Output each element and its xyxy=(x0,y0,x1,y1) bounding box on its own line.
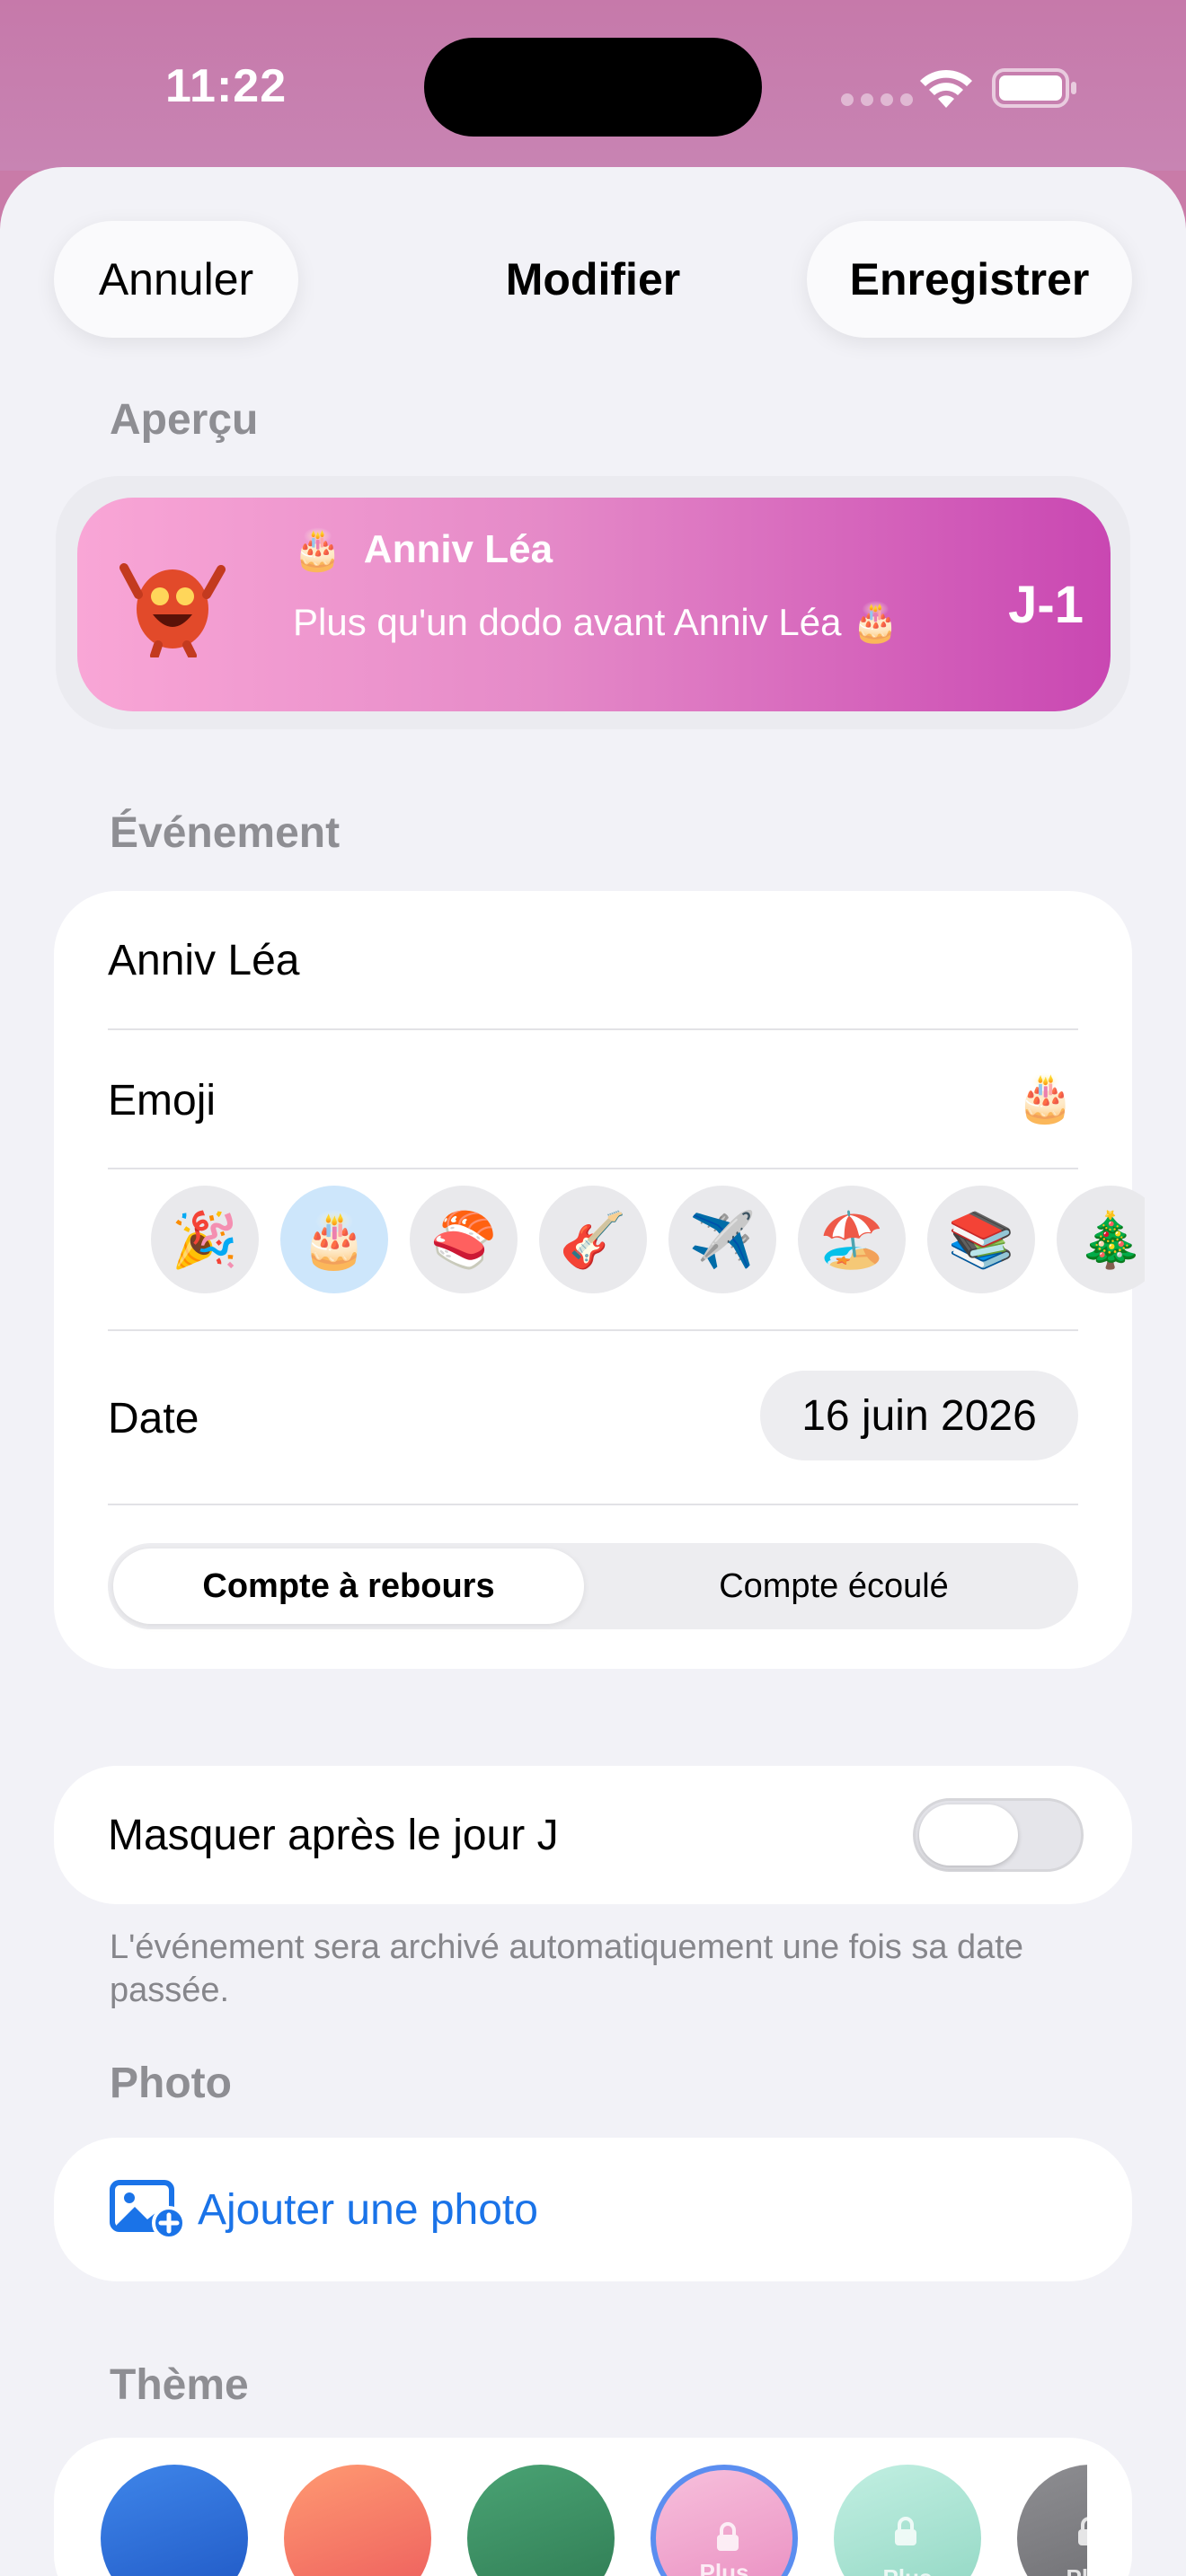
section-label-photo: Photo xyxy=(110,2060,232,2107)
status-time: 11:22 xyxy=(165,60,288,112)
emoji-option-cake[interactable]: 🎂 xyxy=(280,1186,388,1293)
cellular-signal-icon xyxy=(841,93,913,106)
theme-card: Plus Plus Plus xyxy=(54,2438,1132,2576)
theme-pink-locked[interactable]: Plus xyxy=(651,2465,798,2576)
segment-countdown[interactable]: Compte à rebours xyxy=(113,1548,584,1624)
theme-gray-locked[interactable]: Plus xyxy=(1017,2465,1087,2576)
count-mode-segmented-control: Compte à rebours Compte écoulé xyxy=(108,1543,1078,1629)
emoji-option-books[interactable]: 📚 xyxy=(927,1186,1035,1293)
hide-after-label: Masquer après le jour J xyxy=(108,1812,559,1859)
date-picker-button[interactable]: 16 juin 2026 xyxy=(760,1371,1078,1460)
emoji-option-beach[interactable]: 🏖️ xyxy=(798,1186,906,1293)
emoji-picker: 🎉 🎂 🍣 🎸 ✈️ 🏖️ 📚 🎄 xyxy=(97,891,1145,1367)
theme-green[interactable] xyxy=(467,2465,615,2576)
toggle-knob xyxy=(919,1804,1018,1866)
lock-icon xyxy=(717,2522,739,2551)
preview-title: 🎂 Anniv Léa xyxy=(293,526,553,573)
lock-icon xyxy=(895,2517,916,2545)
divider xyxy=(108,1329,1078,1331)
emoji-option-party[interactable]: 🎉 xyxy=(151,1186,259,1293)
segment-elapsed[interactable]: Compte écoulé xyxy=(598,1548,1069,1624)
emoji-option-sushi[interactable]: 🍣 xyxy=(410,1186,518,1293)
preview-card: 🎂 Anniv Léa Plus qu'un dodo avant Anniv … xyxy=(77,498,1111,711)
battery-icon xyxy=(992,68,1076,108)
hide-after-toggle[interactable] xyxy=(913,1798,1084,1872)
emoji-option-plane[interactable]: ✈️ xyxy=(668,1186,776,1293)
section-label-event: Événement xyxy=(110,809,341,857)
preview-subtitle: Plus qu'un dodo avant Anniv Léa 🎂 xyxy=(293,601,899,643)
theme-blue[interactable] xyxy=(101,2465,248,2576)
emoji-option-tree[interactable]: 🎄 xyxy=(1057,1186,1145,1293)
photo-card: Ajouter une photo xyxy=(54,2138,1132,2281)
hide-after-footnote: L'événement sera archivé automatiquement… xyxy=(110,1928,1023,2009)
theme-picker: Plus Plus Plus xyxy=(54,2438,1087,2576)
section-label-theme: Thème xyxy=(110,2361,249,2409)
theme-mint-locked[interactable]: Plus xyxy=(834,2465,981,2576)
mascot-icon xyxy=(119,563,226,657)
locked-label: Plus xyxy=(699,2559,749,2576)
add-photo-label: Ajouter une photo xyxy=(198,2185,538,2234)
dynamic-island xyxy=(424,38,762,137)
section-label-preview: Aperçu xyxy=(110,396,259,444)
date-label: Date xyxy=(108,1395,199,1442)
locked-label: Plus xyxy=(834,2564,981,2576)
locked-label: Plus xyxy=(1017,2564,1087,2576)
status-bar: 11:22 xyxy=(0,0,1186,171)
wifi-icon xyxy=(920,69,972,108)
preview-emoji: 🎂 xyxy=(293,528,342,572)
hide-after-card: Masquer après le jour J xyxy=(54,1766,1132,1904)
divider xyxy=(108,1504,1078,1505)
lock-icon xyxy=(1078,2517,1087,2545)
emoji-option-guitar[interactable]: 🎸 xyxy=(539,1186,647,1293)
theme-coral[interactable] xyxy=(284,2465,431,2576)
event-card: Anniv Léa Emoji 🎂 🎉 🎂 🍣 🎸 ✈️ 🏖️ 📚 🎄 Date… xyxy=(54,891,1145,1669)
add-photo-icon xyxy=(110,2180,186,2239)
preview-title-text: Anniv Léa xyxy=(363,527,553,571)
add-photo-button[interactable]: Ajouter une photo xyxy=(110,2138,538,2281)
save-button[interactable]: Enregistrer xyxy=(807,221,1132,338)
preview-countdown: J-1 xyxy=(1008,576,1084,634)
